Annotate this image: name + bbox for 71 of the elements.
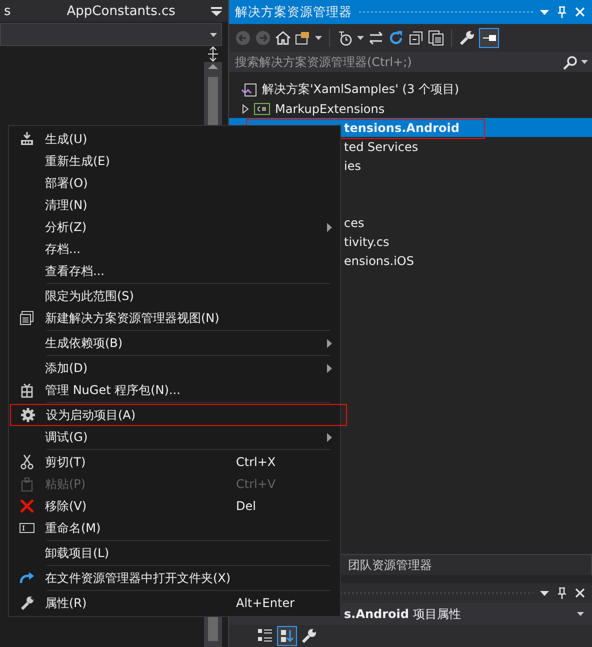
wrench-icon[interactable]: [459, 30, 475, 46]
search-field[interactable]: 搜索解决方案资源管理器(Ctrl+;): [229, 55, 563, 69]
close-icon[interactable]: [574, 587, 586, 599]
tree-item[interactable]: MarkupExtensions: [229, 99, 592, 118]
dropdown-caret-icon[interactable]: [210, 30, 217, 38]
categorized-icon[interactable]: [257, 628, 273, 644]
splitter-icon[interactable]: [206, 46, 220, 62]
preview-button[interactable]: [479, 28, 499, 48]
submenu-arrow-icon: [326, 432, 332, 442]
panel-tab[interactable]: 团队资源管理器: [339, 554, 592, 575]
menu-item[interactable]: 设为启动项目(A): [10, 404, 347, 426]
rename-icon: [19, 520, 35, 536]
menu-item[interactable]: 移除(V) Del: [9, 495, 340, 517]
home-icon[interactable]: [275, 30, 291, 46]
menu-item[interactable]: 在文件资源管理器中打开文件夹(X): [9, 567, 340, 589]
sync-icon[interactable]: [368, 30, 384, 46]
menu-item[interactable]: 添加(D): [9, 357, 340, 379]
scissors-icon: [19, 454, 35, 470]
alphabetical-button[interactable]: [277, 626, 297, 646]
window-icon: [19, 310, 35, 326]
redo-arrow-icon: [19, 570, 35, 586]
caret-icon[interactable]: [577, 610, 584, 618]
search-icon[interactable]: [563, 54, 577, 70]
wrench-icon: [19, 595, 35, 611]
menu-item[interactable]: 管理 NuGet 程序包(N)...: [9, 379, 340, 401]
copy-icon[interactable]: [428, 30, 444, 46]
caret-icon[interactable]: [357, 34, 364, 42]
menu-item[interactable]: 剪切(T) Ctrl+X: [9, 451, 340, 473]
menu-item[interactable]: 限定为此范围(S): [9, 285, 340, 307]
menu-item[interactable]: 新建解决方案资源管理器视图(N): [9, 307, 340, 329]
tab-list-icon[interactable]: [211, 6, 222, 16]
shortcut-text: Ctrl+X: [236, 455, 277, 469]
package-icon: [19, 382, 35, 398]
menu-item[interactable]: 重新生成(E): [9, 150, 340, 172]
delete-icon: [19, 498, 35, 514]
menu-item[interactable]: 生成依赖项(B): [9, 332, 340, 354]
switch-views-icon[interactable]: [295, 30, 311, 46]
refresh-icon[interactable]: [388, 30, 404, 46]
solution-icon: [241, 82, 257, 98]
properties-title: s.Android 项目属性: [344, 606, 461, 622]
menu-item[interactable]: 清理(N): [9, 194, 340, 216]
clipboard-icon: [19, 476, 35, 492]
menu-item[interactable]: 调试(G): [9, 426, 340, 448]
clock-icon[interactable]: [337, 30, 353, 46]
tree-item[interactable]: 解决方案'XamlSamples' (3 个项目): [229, 80, 592, 99]
expander-icon[interactable]: [241, 102, 249, 114]
menu-item[interactable]: 查看存档...: [9, 260, 340, 282]
collapse-icon[interactable]: [408, 30, 424, 46]
shortcut-text: Ctrl+V: [236, 477, 277, 491]
submenu-arrow-icon: [326, 222, 332, 232]
menu-item[interactable]: 部署(O): [9, 172, 340, 194]
search-bar[interactable]: 搜索解决方案资源管理器(Ctrl+;): [229, 52, 592, 72]
editor-tab[interactable]: s: [0, 4, 15, 18]
menu-item[interactable]: 存档...: [9, 238, 340, 260]
search-options-icon[interactable]: [581, 58, 588, 66]
sort-icon: [280, 629, 294, 643]
submenu-arrow-icon: [326, 338, 332, 348]
editor-tab[interactable]: AppConstants.cs: [62, 4, 180, 18]
menu-item[interactable]: 卸载项目(L): [9, 542, 340, 564]
menu-item[interactable]: 重命名(M): [9, 517, 340, 539]
shortcut-text: Del: [236, 499, 257, 513]
build-icon: [19, 131, 35, 147]
submenu-arrow-icon: [326, 362, 332, 374]
wrench-icon[interactable]: [301, 628, 317, 644]
gear-icon: [20, 407, 36, 423]
panel-title: 解决方案资源管理器: [235, 4, 352, 20]
preview-icon: [482, 32, 496, 44]
menu-item[interactable]: 分析(Z): [9, 216, 340, 238]
caret-icon[interactable]: [315, 34, 322, 42]
pin-icon[interactable]: [556, 586, 568, 600]
csharp-project-icon: [254, 100, 270, 116]
